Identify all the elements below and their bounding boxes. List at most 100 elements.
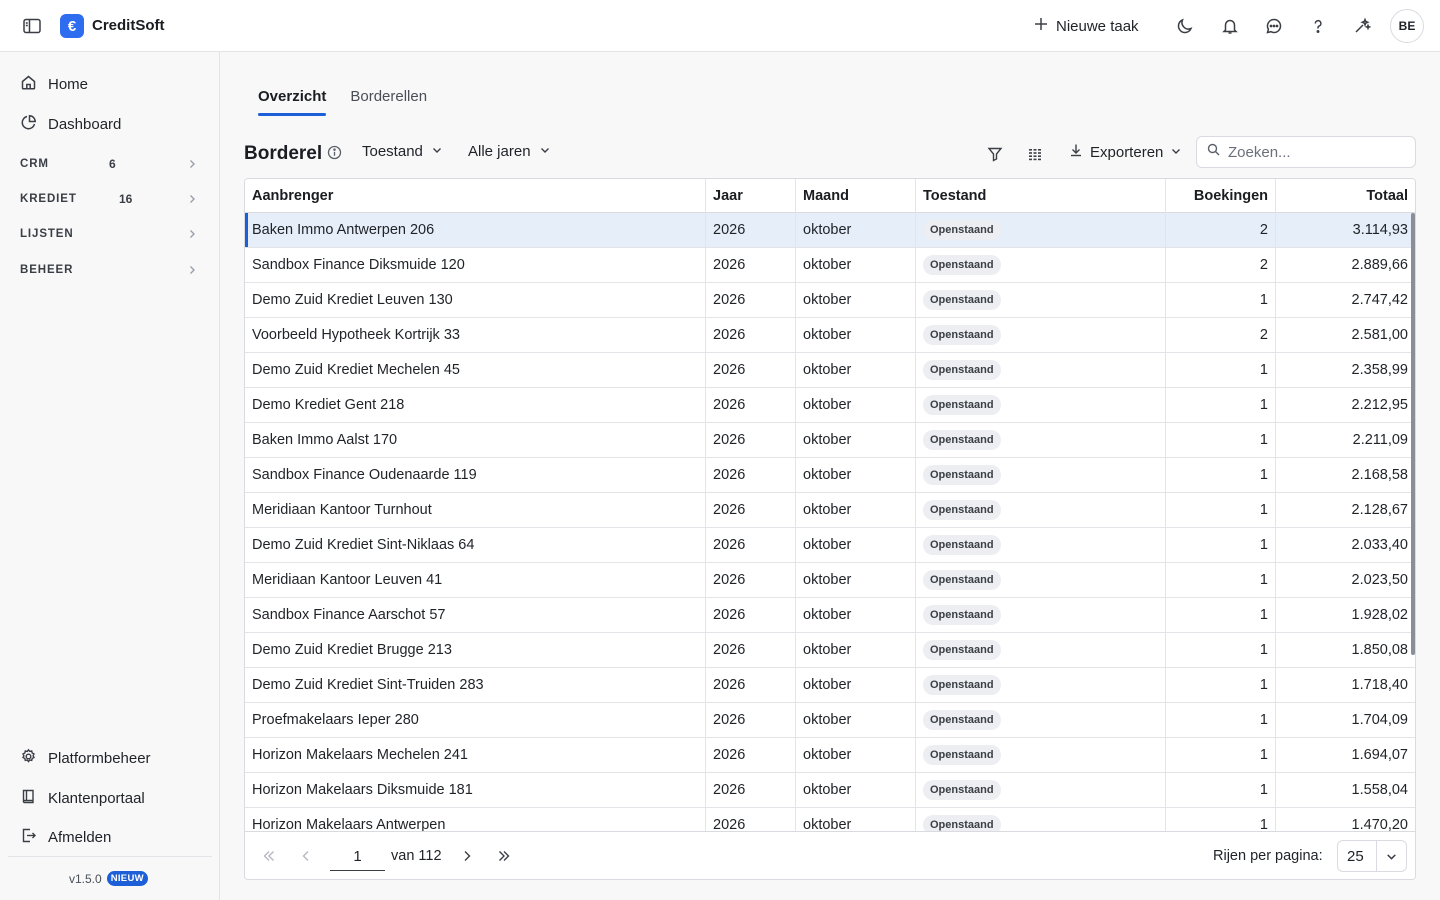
sidebar-section-lijsten[interactable]: LIJSTEN	[20, 222, 200, 246]
cell-maand: oktober	[796, 493, 916, 527]
sidebar-item-klantenportaal[interactable]: Klantenportaal	[20, 784, 200, 812]
avatar[interactable]: BE	[1390, 9, 1424, 43]
table-row[interactable]: Baken Immo Aalst 170 2026 oktober Openstaan…	[245, 423, 1415, 458]
cell-aanbrenger: Demo Zuid Krediet Sint-Niklaas 64	[245, 528, 706, 562]
previous-page-icon[interactable]	[296, 846, 316, 866]
sidebar-item-label: Platformbeheer	[48, 749, 151, 767]
cell-boekingen: 1	[1166, 353, 1276, 387]
table-row[interactable]: Meridiaan Kantoor Leuven 41 2026 oktober Op…	[245, 563, 1415, 598]
cell-boekingen: 1	[1166, 388, 1276, 422]
column-header-totaal[interactable]: Totaal	[1276, 179, 1415, 213]
new-task-button[interactable]: Nieuwe taak	[1034, 14, 1139, 38]
cell-totaal: 1.928,02	[1351, 607, 1408, 623]
sidebar-item-home[interactable]: Home	[20, 70, 200, 98]
status-badge: Openstaand	[923, 780, 1001, 800]
sidebar-section-krediet[interactable]: KREDIET 16	[20, 187, 200, 211]
columns-icon[interactable]	[1025, 144, 1045, 164]
cell-aanbrenger: Sandbox Finance Aarschot 57	[245, 598, 706, 632]
cell-toestand: Openstaand	[916, 668, 1166, 702]
cell-maand: oktober	[796, 318, 916, 352]
sparkle-icon[interactable]	[1351, 15, 1373, 37]
last-page-icon[interactable]	[494, 846, 514, 866]
status-badge: Openstaand	[923, 675, 1001, 695]
next-page-icon[interactable]	[457, 846, 477, 866]
chat-icon[interactable]	[1263, 15, 1285, 37]
cell-boekingen: 2	[1166, 248, 1276, 282]
sidebar-item-platformbeheer[interactable]: Platformbeheer	[20, 744, 200, 772]
table-row[interactable]: Sandbox Finance Oudenaarde 119 2026 oktobe…	[245, 458, 1415, 493]
page-number-input[interactable]	[330, 843, 385, 871]
column-header-maand[interactable]: Maand	[796, 179, 916, 213]
sidebar-divider	[8, 856, 212, 857]
table-row[interactable]: Demo Zuid Krediet Leuven 130 2026 oktober O…	[245, 283, 1415, 318]
table-row[interactable]: Horizon Makelaars Diksmuide 181 2026 oktob…	[245, 773, 1415, 808]
cell-totaal: 2.747,42	[1351, 292, 1408, 308]
help-icon[interactable]	[1307, 15, 1329, 37]
table-row[interactable]: Voorbeeld Hypotheek Kortrijk 33 2026 oktob…	[245, 318, 1415, 353]
sidebar-item-label: Dashboard	[48, 115, 122, 133]
new-badge: NIEUW	[106, 871, 148, 886]
cell-maand: oktober	[796, 703, 916, 737]
sidebar-item-dashboard[interactable]: Dashboard	[20, 110, 200, 138]
cell-toestand: Openstaand	[916, 738, 1166, 772]
status-filter-label: Toestand	[362, 143, 423, 160]
status-badge: Openstaand	[923, 605, 1001, 625]
info-icon[interactable]	[327, 145, 342, 165]
gear-icon	[20, 748, 37, 769]
moon-icon[interactable]	[1174, 15, 1196, 37]
table-row[interactable]: Horizon Makelaars Mechelen 241 2026 oktobe…	[245, 738, 1415, 773]
column-header-jaar[interactable]: Jaar	[706, 179, 796, 213]
cell-maand: oktober	[796, 598, 916, 632]
status-badge: Openstaand	[923, 535, 1001, 555]
status-badge: Openstaand	[923, 745, 1001, 765]
pie-chart-icon	[20, 114, 37, 135]
tab-borderellen[interactable]: Borderellen	[350, 88, 427, 115]
rows-per-page-select[interactable]: 25	[1337, 840, 1407, 872]
table-row[interactable]: Sandbox Finance Aarschot 57 2026 oktober Op…	[245, 598, 1415, 633]
bell-icon[interactable]	[1219, 15, 1241, 37]
table-row[interactable]: Demo Zuid Krediet Sint-Niklaas 64 2026 okt…	[245, 528, 1415, 563]
filter-icon[interactable]	[985, 144, 1005, 164]
table-row[interactable]: Demo Krediet Gent 218 2026 oktober Openstaa…	[245, 388, 1415, 423]
cell-jaar: 2026	[706, 633, 796, 667]
column-header-toestand[interactable]: Toestand	[916, 179, 1166, 213]
table-row[interactable]: Demo Zuid Krediet Mechelen 45 2026 oktober…	[245, 353, 1415, 388]
table-row[interactable]: Baken Immo Antwerpen 206 2026 oktober Opens…	[245, 213, 1415, 248]
section-count-badge: 16	[119, 192, 133, 206]
cell-maand: oktober	[796, 388, 916, 422]
cell-jaar: 2026	[706, 493, 796, 527]
table-row[interactable]: Sandbox Finance Diksmuide 120 2026 oktober…	[245, 248, 1415, 283]
table-row[interactable]: Proefmakelaars Ieper 280 2026 oktober Opens…	[245, 703, 1415, 738]
table-row[interactable]: Demo Zuid Krediet Brugge 213 2026 oktober O…	[245, 633, 1415, 668]
status-filter-dropdown[interactable]: Toestand	[362, 143, 443, 160]
sidebar-item-afmelden[interactable]: Afmelden	[20, 823, 200, 851]
first-page-icon[interactable]	[259, 846, 279, 866]
cell-aanbrenger: Sandbox Finance Diksmuide 120	[245, 248, 706, 282]
cell-maand: oktober	[796, 458, 916, 492]
sidebar-section-beheer[interactable]: BEHEER	[20, 258, 200, 282]
column-header-boekingen[interactable]: Boekingen	[1166, 179, 1276, 213]
year-filter-dropdown[interactable]: Alle jaren	[468, 143, 551, 160]
cell-aanbrenger: Demo Krediet Gent 218	[245, 388, 706, 422]
cell-toestand: Openstaand	[916, 353, 1166, 387]
download-icon	[1069, 143, 1083, 161]
sidebar-toggle-icon[interactable]	[22, 16, 42, 36]
cell-aanbrenger: Horizon Makelaars Diksmuide 181	[245, 773, 706, 807]
column-header-aanbrenger[interactable]: Aanbrenger	[245, 179, 706, 213]
search-input[interactable]	[1228, 143, 1398, 161]
cell-boekingen: 1	[1166, 458, 1276, 492]
cell-toestand: Openstaand	[916, 283, 1166, 317]
sidebar-item-label: Klantenportaal	[48, 789, 145, 807]
table-row[interactable]: Horizon Makelaars Antwerpen 2026 oktober Op…	[245, 808, 1415, 831]
table-scrollbar[interactable]	[1411, 213, 1415, 655]
cell-jaar: 2026	[706, 703, 796, 737]
tab-overzicht[interactable]: Overzicht	[258, 88, 327, 116]
export-button[interactable]: Exporteren	[1069, 143, 1182, 161]
logout-icon	[20, 827, 37, 848]
table-row[interactable]: Demo Zuid Krediet Sint-Truiden 283 2026 ok…	[245, 668, 1415, 703]
sidebar-section-crm[interactable]: CRM 6	[20, 152, 200, 176]
cell-maand: oktober	[796, 808, 916, 831]
cell-totaal: 2.889,66	[1351, 257, 1408, 273]
table-row[interactable]: Meridiaan Kantoor Turnhout 2026 oktober Ope…	[245, 493, 1415, 528]
cell-jaar: 2026	[706, 563, 796, 597]
